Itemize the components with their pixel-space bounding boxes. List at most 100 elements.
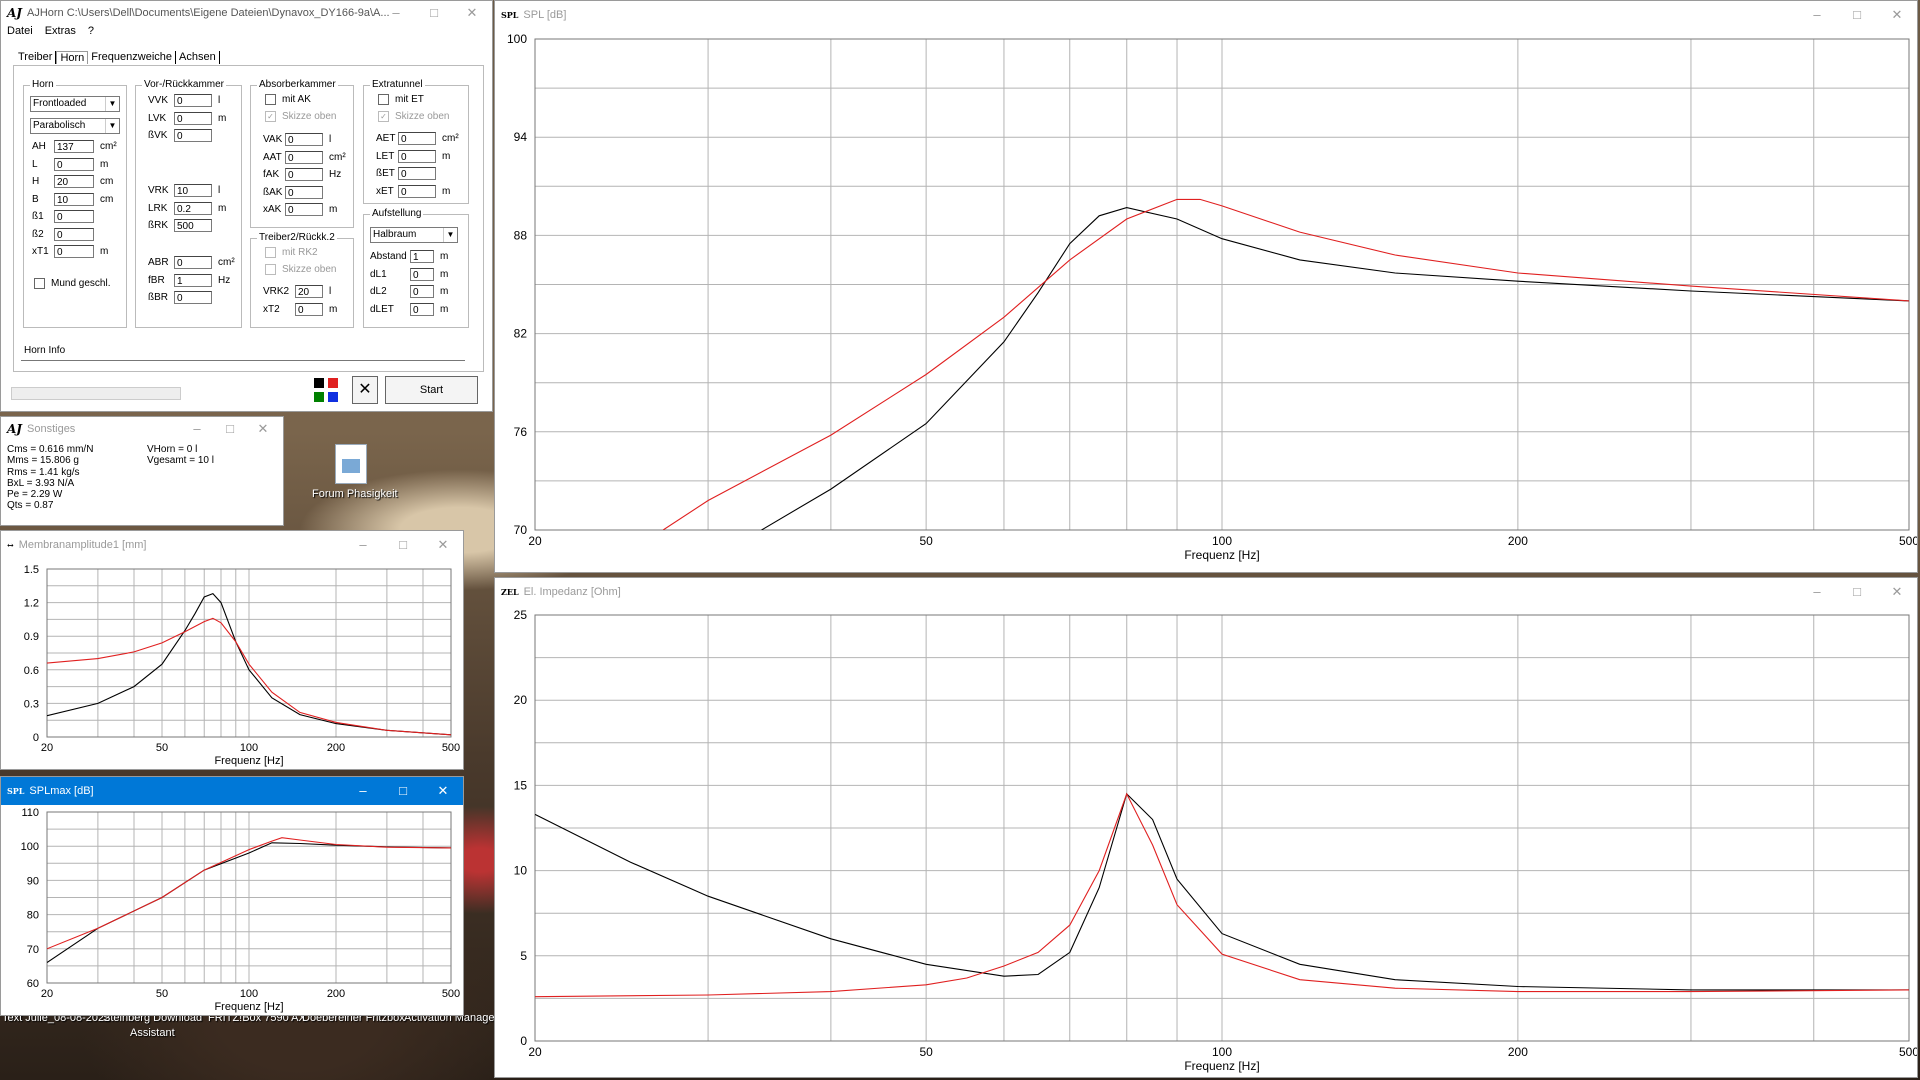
field-input-dLET[interactable]: 0 (410, 302, 434, 316)
field-unit: m (440, 268, 449, 280)
field-input-xAK[interactable]: 0 (285, 203, 323, 216)
field-input-L[interactable]: 0 (54, 157, 94, 171)
field-input-ßBR[interactable]: 0 (174, 291, 212, 304)
field-input-VVK[interactable]: 0 (174, 94, 212, 107)
tab-frequenzweiche[interactable]: Frequenzweiche (88, 51, 176, 64)
driver2-group: Treiber2/Rückk.2 mit RK2 Skizze oben VRK… (250, 232, 354, 328)
et-check-row[interactable]: mit ET (378, 94, 424, 105)
field-input-H[interactable]: 20 (54, 175, 94, 188)
field-input-fAK[interactable]: 0 (285, 168, 323, 181)
field-row-ßET: ßET 0 (376, 167, 442, 180)
field-label: dLET (370, 303, 394, 315)
field-input-dL1[interactable]: 0 (410, 267, 434, 281)
clear-button[interactable]: ✕ (352, 376, 378, 404)
field-input-ß2[interactable]: 0 (54, 227, 94, 241)
rk2-check-row: mit RK2 (265, 247, 318, 258)
absorber-group: Absorberkammer mit AK ✓ Skizze oben VAK 0 l… (250, 79, 354, 228)
absorber-group-label: Absorberkammer (257, 79, 338, 90)
field-input-ß1[interactable]: 0 (54, 210, 94, 223)
tab-treiber[interactable]: Treiber (15, 51, 57, 64)
et-sketch-label: Skizze oben (395, 111, 450, 122)
horn-info-field[interactable]: Horn Info (21, 342, 465, 361)
field-input-AAT[interactable]: 0 (285, 150, 323, 164)
sonstiges-left-list: Cms = 0.616 mm/N Mms = 15.806 g Rms = 1.41… (7, 444, 93, 512)
field-label: ßRK (148, 220, 168, 231)
color-green-swatch[interactable] (314, 392, 324, 402)
y-tick-label: 15 (514, 778, 528, 792)
placement-value: Halbraum (373, 229, 417, 240)
menu-extras[interactable]: Extras (45, 25, 76, 37)
mit-rk2-label: mit RK2 (282, 247, 318, 258)
field-input-ßVK[interactable]: 0 (174, 129, 212, 142)
tab-horn[interactable]: Horn (56, 51, 89, 64)
field-row-dLET: dLET 0 m (370, 302, 448, 316)
field-input-LVK[interactable]: 0 (174, 111, 212, 125)
color-selector[interactable] (313, 376, 341, 404)
mouth-closed-checkbox[interactable] (34, 278, 45, 289)
field-unit: cm (100, 176, 114, 187)
field-label: xT1 (32, 246, 49, 257)
menu-datei[interactable]: Datei (7, 25, 33, 37)
field-input-dL2[interactable]: 0 (410, 285, 434, 298)
x-tick-label: 200 (327, 988, 345, 1000)
main-title-bar[interactable]: AJ AJHorn C:\Users\Dell\Documents\Eigene… (1, 1, 492, 25)
menu-help[interactable]: ? (88, 25, 94, 37)
field-input-VAK[interactable]: 0 (285, 133, 323, 146)
x-tick-label: 500 (1899, 534, 1918, 548)
mit-et-checkbox[interactable] (378, 94, 389, 105)
maximize-icon[interactable]: □ (414, 1, 454, 25)
absorber-sketch-checkbox: ✓ (265, 111, 276, 122)
field-unit: Hz (218, 274, 231, 286)
field-input-LRK[interactable]: 0.2 (174, 201, 212, 215)
start-button[interactable]: Start (385, 376, 478, 404)
absorber-sketch-label: Skizze oben (282, 111, 337, 122)
color-blue-swatch[interactable] (328, 392, 338, 402)
field-row-AH: AH 137 cm² (32, 140, 117, 153)
mit-ak-checkbox[interactable] (265, 94, 276, 105)
horn-profile-select[interactable]: Parabolisch ▼ (30, 118, 120, 134)
placement-select[interactable]: Halbraum ▼ (370, 227, 458, 243)
field-input-ßET[interactable]: 0 (398, 167, 436, 180)
field-input-ßRK[interactable]: 500 (174, 219, 212, 232)
tab-achsen[interactable]: Achsen (176, 51, 220, 64)
field-input-fBR[interactable]: 1 (174, 273, 212, 287)
field-label: AET (376, 133, 396, 144)
impedance-chart: 20 50 100 200 500 0 5 10 15 20 25 Frequenz [Hz] (514, 608, 1917, 1073)
field-input-LET[interactable]: 0 (398, 149, 436, 163)
main-window-title: AJHorn C:\Users\Dell\Documents\Eigene Da… (27, 7, 390, 19)
absorber-check-row[interactable]: mit AK (265, 94, 311, 105)
y-tick-label: 94 (514, 130, 528, 144)
close-icon[interactable]: ✕ (452, 1, 492, 25)
field-input-VRK[interactable]: 10 (174, 184, 212, 197)
document-icon[interactable] (335, 444, 367, 484)
color-red-swatch[interactable] (328, 378, 338, 388)
sonstiges-title-bar[interactable]: AJ Sonstiges – □ ✕ (1, 417, 283, 441)
desktop-icon-label[interactable]: Forum Phasigkeit (312, 488, 398, 500)
field-input-ABR[interactable]: 0 (174, 256, 212, 269)
field-row-B: B 10 cm (32, 192, 113, 206)
y-tick-label: 100 (21, 841, 39, 853)
x-tick-label: 20 (528, 534, 542, 548)
y-tick-label: 82 (514, 327, 528, 341)
field-input-xET[interactable]: 0 (398, 184, 436, 198)
chevron-down-icon: ▼ (105, 119, 119, 133)
minimize-icon[interactable]: – (376, 1, 416, 25)
horn-group-label: Horn (30, 79, 56, 90)
field-input-Abstand[interactable]: 1 (410, 250, 434, 263)
color-black-swatch[interactable] (314, 378, 324, 388)
field-input-xT1[interactable]: 0 (54, 245, 94, 258)
progress-bar (11, 387, 181, 400)
et-sketch-checkbox: ✓ (378, 111, 389, 122)
horn-type-select[interactable]: Frontloaded ▼ (30, 96, 120, 112)
field-input-B[interactable]: 10 (54, 192, 94, 206)
field-input-xT2[interactable]: 0 (295, 302, 323, 316)
field-input-ßAK[interactable]: 0 (285, 185, 323, 199)
field-input-VRK2[interactable]: 20 (295, 285, 323, 298)
close-icon: ✕ (358, 381, 372, 398)
field-input-AH[interactable]: 137 (54, 140, 94, 153)
mouth-closed-row[interactable]: Mund geschl. (34, 278, 110, 289)
close-icon[interactable]: ✕ (243, 417, 283, 441)
x-axis-label: Frequenz [Hz] (1184, 1059, 1259, 1073)
y-tick-label: 1.2 (24, 598, 39, 610)
field-input-AET[interactable]: 0 (398, 132, 436, 145)
